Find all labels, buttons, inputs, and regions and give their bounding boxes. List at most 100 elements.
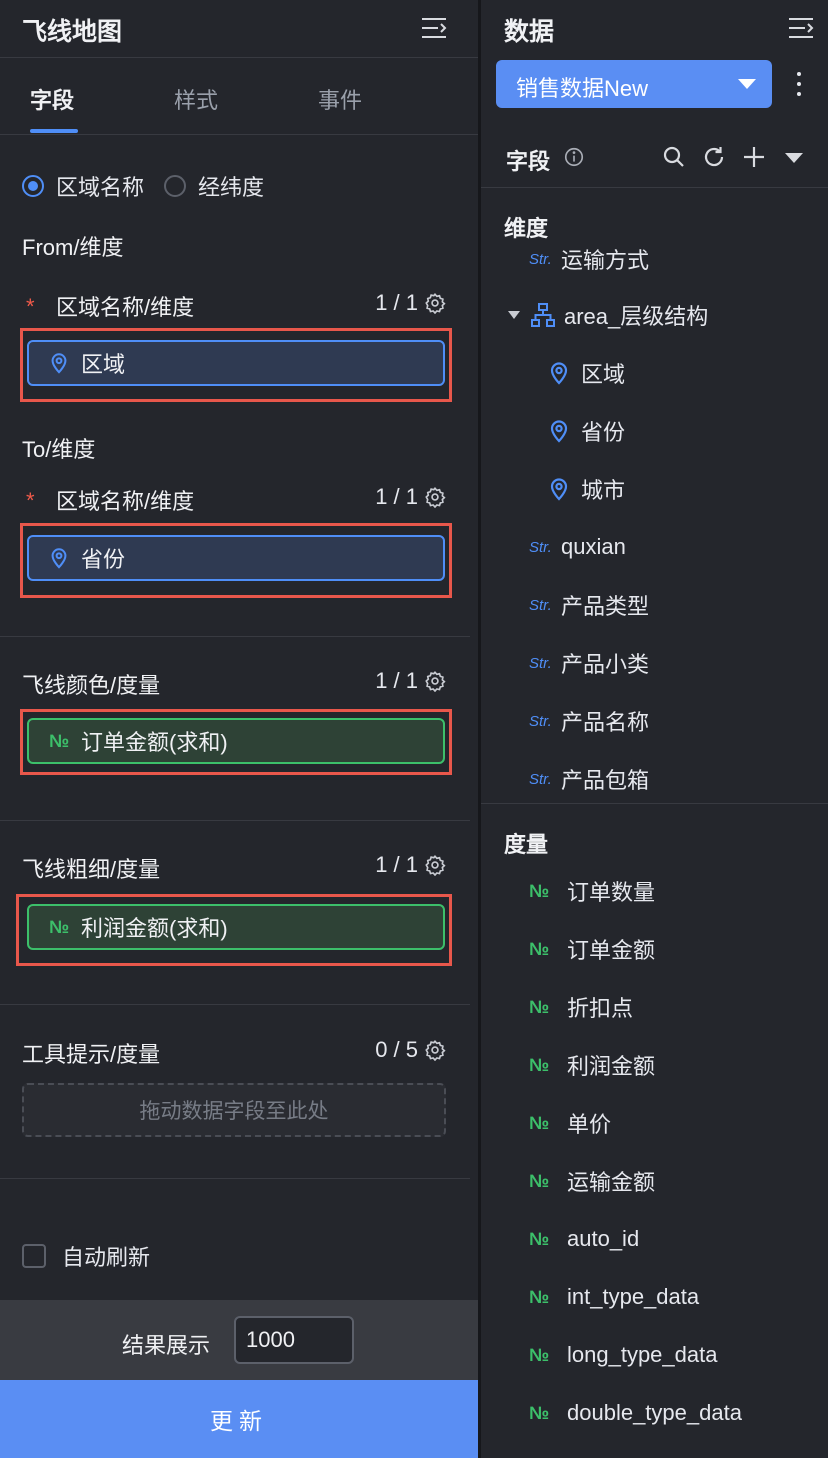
list-item[interactable]: № auto_id bbox=[529, 1223, 639, 1255]
fields-header: 字段 bbox=[481, 130, 828, 188]
list-item[interactable]: Str. 产品类型 bbox=[529, 589, 649, 621]
gear-icon[interactable] bbox=[424, 854, 446, 876]
radio-lat-lng[interactable] bbox=[164, 175, 187, 197]
from-field-count: 1 / 1 bbox=[375, 290, 418, 315]
tooltip-field-row: 工具提示/度量 0 / 5 bbox=[22, 1035, 446, 1069]
field-config-panel: 飞线地图 字段 样式 事件 区域名称 经纬度 From/维度 * 区域名称/维度… bbox=[0, 0, 478, 1458]
list-item[interactable]: № int_type_data bbox=[529, 1281, 699, 1313]
auto-refresh-checkbox[interactable] bbox=[22, 1244, 46, 1268]
from-chip-label: 区域 bbox=[81, 352, 126, 377]
tab-events[interactable]: 事件 bbox=[318, 83, 362, 115]
number-type-icon: № bbox=[529, 1112, 550, 1133]
collapse-menu-icon[interactable] bbox=[787, 14, 815, 42]
list-item[interactable]: Str. 产品小类 bbox=[529, 647, 649, 679]
list-item[interactable]: № long_type_data bbox=[529, 1339, 717, 1371]
left-panel-header: 飞线地图 bbox=[0, 0, 478, 58]
list-item[interactable]: № 利润金额 bbox=[529, 1049, 655, 1081]
string-type-icon: Str. bbox=[529, 770, 552, 788]
line-width-field-label: 飞线粗细/度量 bbox=[22, 857, 161, 882]
list-item[interactable]: № 运输金额 bbox=[529, 1165, 655, 1197]
line-width-field-count: 1 / 1 bbox=[375, 852, 418, 877]
list-item[interactable]: Str. 产品包箱 bbox=[529, 763, 649, 795]
gear-icon[interactable] bbox=[424, 486, 446, 508]
radio-region-name-label[interactable]: 区域名称 bbox=[56, 170, 144, 202]
section-divider bbox=[0, 820, 470, 821]
list-item[interactable]: № 单价 bbox=[529, 1107, 611, 1139]
panel-title: 飞线地图 bbox=[22, 18, 123, 46]
list-item[interactable]: Str. quxian bbox=[529, 531, 626, 563]
to-field-label: 区域名称/维度 bbox=[56, 489, 195, 514]
auto-refresh-label[interactable]: 自动刷新 bbox=[62, 1240, 150, 1272]
to-drop-zone[interactable]: 省份 bbox=[20, 523, 452, 598]
refresh-icon[interactable] bbox=[701, 144, 727, 170]
required-marker: * bbox=[26, 488, 35, 513]
line-width-drop-zone[interactable]: № 利润金额(求和) bbox=[16, 894, 452, 966]
location-mode-radio-group: 区域名称 经纬度 bbox=[22, 170, 284, 202]
line-color-field-chip[interactable]: № 订单金额(求和) bbox=[27, 718, 445, 764]
search-icon[interactable] bbox=[661, 144, 687, 170]
list-item[interactable]: № 订单金额 bbox=[529, 933, 655, 965]
list-item[interactable]: Str. 运输方式 bbox=[529, 243, 649, 275]
location-pin-icon bbox=[45, 547, 73, 569]
right-panel-header: 数据 bbox=[481, 0, 828, 58]
number-type-icon: № bbox=[529, 996, 550, 1017]
string-type-icon: Str. bbox=[529, 596, 552, 614]
expand-caret-icon[interactable] bbox=[506, 307, 522, 323]
list-item[interactable]: № 订单数量 bbox=[529, 875, 655, 907]
info-icon[interactable] bbox=[563, 146, 585, 168]
hierarchy-icon bbox=[531, 303, 555, 327]
caret-down-icon bbox=[738, 79, 756, 89]
more-options-icon[interactable] bbox=[789, 68, 809, 100]
line-color-chip-label: 订单金额(求和) bbox=[81, 730, 228, 755]
to-field-row: * 区域名称/维度 1 / 1 bbox=[22, 482, 446, 516]
list-item[interactable]: 省份 bbox=[547, 415, 625, 447]
number-type-icon: № bbox=[529, 1228, 550, 1249]
line-width-field-chip[interactable]: № 利润金额(求和) bbox=[27, 904, 445, 950]
number-type-icon: № bbox=[529, 1170, 550, 1191]
result-count-bar: 结果展示 1000 bbox=[0, 1300, 478, 1380]
line-color-drop-zone[interactable]: № 订单金额(求和) bbox=[20, 709, 452, 775]
list-item[interactable]: № double_type_data bbox=[529, 1397, 742, 1429]
from-field-chip[interactable]: 区域 bbox=[27, 340, 445, 386]
from-drop-zone[interactable]: 区域 bbox=[20, 328, 452, 402]
group-divider bbox=[481, 803, 828, 804]
from-field-row: * 区域名称/维度 1 / 1 bbox=[22, 288, 446, 322]
gear-icon[interactable] bbox=[424, 292, 446, 314]
list-item[interactable]: 城市 bbox=[547, 473, 625, 505]
tab-style[interactable]: 样式 bbox=[174, 83, 218, 115]
tooltip-drop-zone[interactable]: 拖动数据字段至此处 bbox=[22, 1083, 446, 1137]
add-icon[interactable] bbox=[741, 144, 767, 170]
data-panel: 数据 销售数据New 字段 维度 Str. 运输方式 area_层级结构 区域 … bbox=[481, 0, 828, 1458]
caret-down-icon[interactable] bbox=[781, 144, 807, 170]
section-divider bbox=[0, 1004, 470, 1005]
from-field-label: 区域名称/维度 bbox=[56, 295, 195, 320]
number-type-icon: № bbox=[529, 1402, 550, 1423]
auto-refresh-row: 自动刷新 bbox=[22, 1240, 150, 1272]
to-field-chip[interactable]: 省份 bbox=[27, 535, 445, 581]
tab-fields[interactable]: 字段 bbox=[30, 83, 74, 115]
gear-icon[interactable] bbox=[424, 1039, 446, 1061]
string-type-icon: Str. bbox=[529, 654, 552, 672]
gear-icon[interactable] bbox=[424, 670, 446, 692]
data-panel-title: 数据 bbox=[504, 18, 555, 46]
location-pin-icon bbox=[45, 352, 73, 374]
line-color-field-label: 飞线颜色/度量 bbox=[22, 673, 161, 698]
string-type-icon: Str. bbox=[529, 538, 552, 556]
list-item[interactable]: 区域 bbox=[547, 357, 625, 389]
number-type-icon: № bbox=[529, 880, 550, 901]
list-item[interactable]: Str. 产品名称 bbox=[529, 705, 649, 737]
dataset-select[interactable]: 销售数据New bbox=[496, 60, 772, 108]
list-item[interactable]: area_层级结构 bbox=[506, 299, 708, 331]
result-count-input[interactable]: 1000 bbox=[234, 1316, 354, 1364]
radio-region-name[interactable] bbox=[22, 175, 44, 197]
location-pin-icon bbox=[550, 362, 568, 385]
radio-lat-lng-label[interactable]: 经纬度 bbox=[198, 170, 264, 202]
number-type-icon: № bbox=[529, 1286, 550, 1307]
to-section-label: To/维度 bbox=[22, 437, 96, 462]
list-item[interactable]: № 折扣点 bbox=[529, 991, 633, 1023]
location-pin-icon bbox=[550, 420, 568, 443]
collapse-menu-icon[interactable] bbox=[420, 14, 448, 42]
tooltip-field-count: 0 / 5 bbox=[375, 1037, 418, 1062]
line-width-field-row: 飞线粗细/度量 1 / 1 bbox=[22, 850, 446, 884]
update-button[interactable]: 更新 bbox=[0, 1380, 478, 1458]
